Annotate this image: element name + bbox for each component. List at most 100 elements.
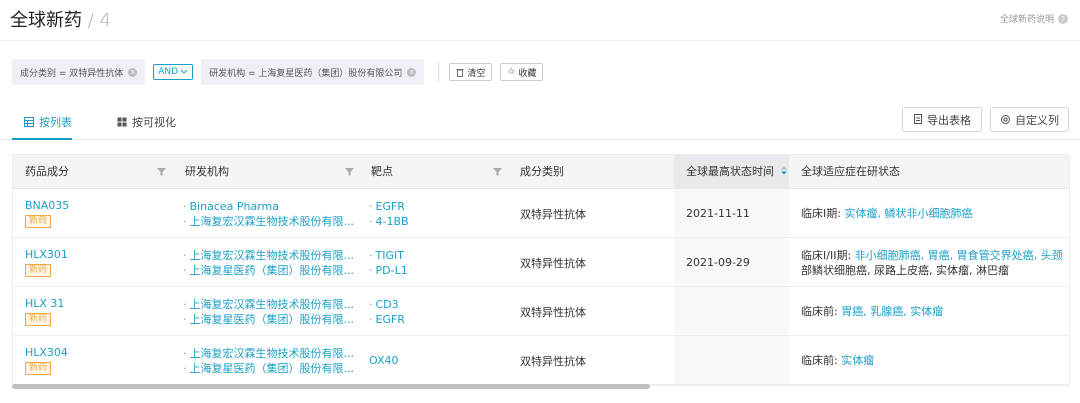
sort-icon[interactable] (780, 166, 787, 175)
table-row[interactable]: BNA035 新药 · Binacea Pharma · 上海复宏汉霖生物技术股份有限..… (13, 189, 1069, 238)
bullet: · (369, 199, 373, 213)
bullet: · (369, 263, 373, 277)
column-header-target[interactable]: 靶点 (371, 155, 393, 189)
column-header-date[interactable]: 全球最高状态时间 (674, 155, 789, 189)
bullet: · (183, 248, 187, 262)
target-link[interactable]: · TIGIT (369, 248, 408, 263)
target-link[interactable]: · 4-1BB (369, 214, 409, 229)
target-name[interactable]: OX40 (369, 354, 399, 367)
question-icon[interactable]: ? (1058, 13, 1068, 24)
clear-label: 清空 (467, 68, 486, 79)
close-icon[interactable]: × (128, 67, 138, 77)
export-button[interactable]: 导出表格 (902, 107, 982, 132)
close-icon[interactable]: × (407, 67, 417, 77)
indication-links[interactable]: 部鳞状细胞癌, 尿路上皮癌, 实体瘤, 淋巴瘤 (801, 263, 1066, 278)
target-name[interactable]: 4-1BB (376, 215, 409, 228)
table-row[interactable]: HLX 31 新药 · 上海复宏汉霖生物技术股份有限... · 上海复星医药（集团）股份有… (13, 287, 1069, 336)
column-header-org[interactable]: 研发机构 (185, 155, 229, 189)
org-link[interactable]: · 上海复宏汉霖生物技术股份有限... (183, 297, 353, 312)
target-link[interactable]: · PD-L1 (369, 263, 408, 278)
clear-button[interactable]: 清空 (449, 63, 493, 81)
indication-links[interactable]: 实体瘤, 鳞状非小细胞肺癌 (844, 207, 972, 220)
org-link[interactable]: · 上海复宏汉霖生物技术股份有限... (183, 214, 353, 229)
star-icon: ☆ (507, 67, 516, 77)
bullet: · (183, 346, 187, 360)
and-label: AND (158, 67, 179, 77)
table-row[interactable]: HLX304 新药 · 上海复宏汉霖生物技术股份有限... · 上海复星医药（集团）股份有… (13, 336, 1069, 385)
customize-columns-button[interactable]: 自定义列 (990, 107, 1069, 132)
phase-label: 临床前: (801, 305, 838, 318)
filter-chip-category[interactable]: 成分类别 = 双特异性抗体 × (12, 59, 146, 85)
table-body: BNA035 新药 · Binacea Pharma · 上海复宏汉霖生物技术股份有限..… (13, 189, 1069, 385)
filter-icon[interactable] (345, 167, 354, 176)
org-name[interactable]: 上海复宏汉霖生物技术股份有限... (190, 298, 354, 311)
bullet: · (183, 361, 187, 375)
bullet: · (369, 214, 373, 228)
indication-links[interactable]: 胃癌, 乳腺癌, 实体瘤 (841, 305, 943, 318)
org-name[interactable]: 上海复星医药（集团）股份有限... (190, 362, 354, 375)
org-link[interactable]: · 上海复星医药（集团）股份有限... (183, 312, 353, 327)
date-text: 2021-09-29 (686, 256, 750, 269)
org-link[interactable]: · 上海复星医药（集团）股份有限... (183, 263, 353, 278)
filter-icon[interactable] (493, 167, 502, 176)
target-name[interactable]: CD3 (376, 298, 399, 311)
filter-icon[interactable] (157, 167, 166, 176)
table-header: 药品成分 研发机构 靶点 成分类别 全球最高状态时间 全球适应症在研状态 (13, 155, 1069, 189)
org-link[interactable]: · 上海复宏汉霖生物技术股份有限... (183, 248, 353, 263)
tab-visualization[interactable]: 按可视化 (117, 114, 176, 130)
org-link[interactable]: · 上海复宏汉霖生物技术股份有限... (183, 346, 353, 361)
org-name[interactable]: 上海复星医药（集团）股份有限... (190, 264, 354, 277)
drug-name-link[interactable]: BNA035 (25, 199, 69, 212)
help-text[interactable]: 全球新药说明 (1000, 12, 1054, 25)
indication-links[interactable]: 实体瘤 (841, 354, 874, 367)
org-name[interactable]: 上海复星医药（集团）股份有限... (190, 313, 354, 326)
tab-label: 按列表 (39, 116, 72, 129)
divider (438, 63, 440, 81)
column-header-category[interactable]: 成分类别 (520, 155, 564, 189)
chip-label: 成分类别 = 双特异性抗体 (20, 68, 124, 79)
target-link[interactable]: OX40 (369, 353, 399, 368)
target-name[interactable]: EGFR (376, 200, 405, 213)
column-header-indication[interactable]: 全球适应症在研状态 (801, 155, 900, 189)
org-name[interactable]: 上海复宏汉霖生物技术股份有限... (190, 215, 354, 228)
column-header-drug[interactable]: 药品成分 (25, 155, 69, 189)
help-link[interactable]: 全球新药说明 ? (1000, 12, 1068, 25)
bullet: · (183, 263, 187, 277)
target-name[interactable]: PD-L1 (376, 264, 408, 277)
category-text: 双特异性抗体 (520, 305, 586, 319)
indication-line: 临床I/II期: 非小细胞肺癌, 胃癌, 胃食管交界处癌, 头颈 (801, 248, 1066, 263)
filter-chip-organization[interactable]: 研发机构 = 上海复星医药（集团）股份有限公司 × (201, 59, 425, 85)
favorite-button[interactable]: ☆ 收藏 (500, 63, 544, 81)
org-name[interactable]: 上海复宏汉霖生物技术股份有限... (190, 249, 354, 262)
title-text: 全球新药 (10, 10, 82, 31)
new-drug-badge: 新药 (25, 362, 52, 375)
table-row[interactable]: HLX301 新药 · 上海复宏汉霖生物技术股份有限... · 上海复星医药（集团）股份有… (13, 238, 1069, 287)
indication-line: 临床前: 实体瘤 (801, 353, 1066, 368)
drug-name-link[interactable]: HLX301 (25, 248, 68, 261)
target-link[interactable]: · EGFR (369, 199, 409, 214)
page-title: 全球新药 / 4 (10, 6, 111, 32)
target-name[interactable]: TIGIT (376, 249, 404, 262)
org-name[interactable]: Binacea Pharma (190, 200, 280, 213)
target-name[interactable]: EGFR (376, 313, 405, 326)
category-text: 双特异性抗体 (520, 256, 586, 270)
tab-list[interactable]: 按列表 (24, 114, 72, 130)
horizontal-scrollbar[interactable] (12, 384, 650, 389)
chip-label: 研发机构 = 上海复星医药（集团）股份有限公司 (209, 68, 403, 79)
filter-bar: 成分类别 = 双特异性抗体 × AND 研发机构 = 上海复星医药（集团）股份有… (12, 59, 551, 85)
indication-links[interactable]: 非小细胞肺癌, 胃癌, 胃食管交界处癌, 头颈 (855, 249, 1063, 262)
new-drug-badge: 新药 (25, 264, 52, 277)
target-link[interactable]: · CD3 (369, 297, 405, 312)
category-text: 双特异性抗体 (520, 207, 586, 221)
drug-name-link[interactable]: HLX 31 (25, 297, 64, 310)
org-link[interactable]: · 上海复星医药（集团）股份有限... (183, 361, 353, 376)
gear-icon (1001, 115, 1010, 124)
target-link[interactable]: · EGFR (369, 312, 405, 327)
drug-name-link[interactable]: HLX304 (25, 346, 68, 359)
and-operator-select[interactable]: AND (153, 64, 194, 80)
org-link[interactable]: · Binacea Pharma (183, 199, 353, 214)
grid-icon (117, 117, 127, 127)
sorted-column-bg (674, 336, 789, 384)
org-name[interactable]: 上海复宏汉霖生物技术股份有限... (190, 347, 354, 360)
export-icon (914, 114, 922, 124)
